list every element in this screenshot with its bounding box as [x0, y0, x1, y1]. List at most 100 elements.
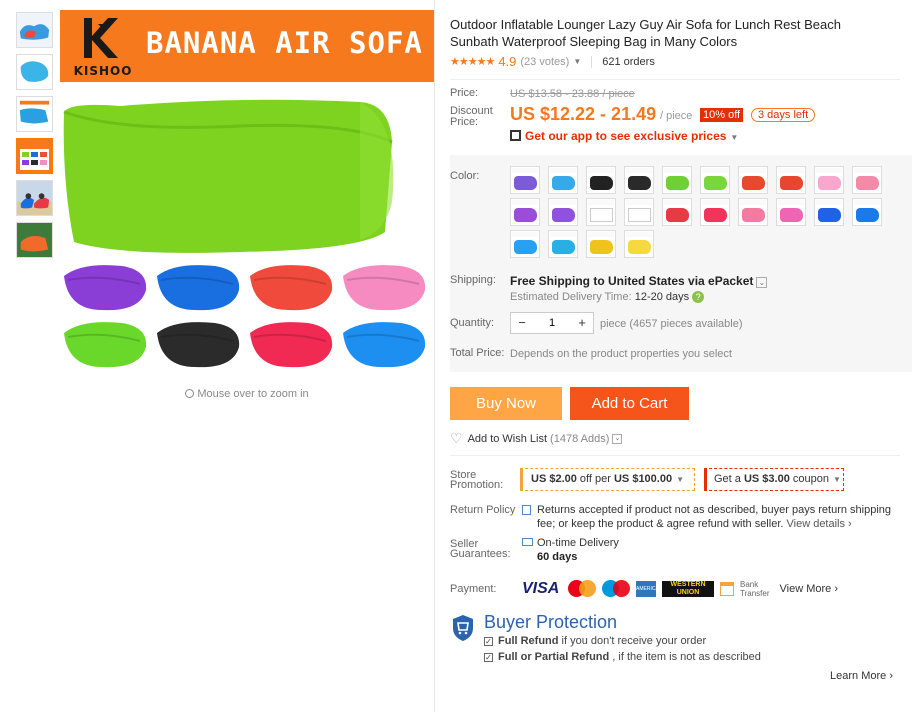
view-details-label: View details — [786, 518, 846, 530]
full-refund-rest: if you don't receive your order — [558, 635, 707, 647]
learn-more-label: Learn More — [830, 670, 887, 682]
increment-button[interactable]: + — [571, 313, 593, 333]
decrement-button[interactable]: − — [511, 313, 533, 333]
price-label: Price: — [450, 87, 479, 99]
swatch-bag — [590, 176, 613, 190]
color-tile-5 — [64, 322, 147, 368]
shipping-method[interactable]: Free Shipping to United States via ePack… — [510, 274, 768, 288]
store-promotion-label-2: Promotion: — [450, 479, 504, 491]
kishoo-logo-icon — [84, 18, 118, 58]
chevron-down-icon[interactable]: ⌄ — [756, 277, 768, 288]
learn-more-link[interactable]: Learn More › — [830, 670, 893, 682]
color-swatch-12[interactable] — [548, 198, 578, 226]
swatch-bag — [514, 240, 537, 254]
color-swatch-16[interactable] — [700, 198, 730, 226]
color-swatch-7[interactable] — [738, 166, 768, 194]
thumbnail-strip — [16, 12, 54, 264]
color-swatch-4[interactable] — [624, 166, 654, 194]
color-swatch-14[interactable] — [624, 198, 654, 226]
thumbnail-1[interactable] — [16, 12, 53, 48]
discount-price: US $12.22 - 21.49 — [510, 104, 657, 124]
color-swatch-18[interactable] — [776, 198, 806, 226]
western-union-icon: WESTERN UNION — [662, 581, 714, 597]
swatch-bag — [818, 176, 841, 190]
color-swatch-23[interactable] — [586, 230, 616, 258]
visa-icon: VISA — [522, 580, 560, 597]
votes-count[interactable]: (23 votes) — [520, 56, 569, 68]
shipping-text: Free Shipping to United States via ePack… — [510, 274, 754, 288]
color-swatch-6[interactable] — [700, 166, 730, 194]
color-swatch-21[interactable] — [510, 230, 540, 258]
swatch-label — [588, 232, 614, 237]
partial-refund-bold: Full or Partial Refund — [498, 651, 610, 663]
product-title: Outdoor Inflatable Lounger Lazy Guy Air … — [450, 17, 841, 49]
swatch-label — [740, 168, 766, 173]
color-swatch-17[interactable] — [738, 198, 768, 226]
color-swatch-2[interactable] — [548, 166, 578, 194]
swatch-label — [778, 200, 804, 205]
estimated-delivery: Estimated Delivery Time: 12-20 days? — [510, 291, 705, 303]
color-swatch-22[interactable] — [548, 230, 578, 258]
help-icon[interactable]: ? — [692, 291, 705, 303]
swatch-label — [702, 200, 728, 205]
thumbnail-3[interactable] — [16, 96, 53, 132]
checkbox-icon: ✓ — [484, 653, 493, 662]
main-product-image[interactable]: KISHOO BANANA AIR SOFA — [60, 10, 434, 378]
delivery-days: 60 days — [537, 551, 578, 563]
swatch-bag — [628, 240, 651, 254]
color-swatch-1[interactable] — [510, 166, 540, 194]
discount-label-line2: Price: — [450, 116, 479, 128]
thumbnail-2[interactable] — [16, 54, 53, 90]
document-icon — [522, 505, 531, 515]
swatch-bag — [742, 208, 765, 222]
color-swatch-3[interactable] — [586, 166, 616, 194]
swatch-label — [740, 200, 766, 205]
swatch-label — [854, 200, 880, 205]
chevron-down-icon[interactable]: ⌄ — [612, 433, 623, 444]
thumbnail-5[interactable] — [16, 180, 53, 216]
color-swatch-15[interactable] — [662, 198, 692, 226]
swatch-bag — [856, 176, 879, 190]
bank-line-1: Bank — [740, 580, 759, 589]
color-swatch-20[interactable] — [852, 198, 882, 226]
thumbnail-4-selected[interactable] — [16, 138, 53, 174]
discount-badge: 10% off — [700, 108, 744, 122]
store-discount-promo[interactable]: US $2.00 off per US $100.00 ▼ — [520, 468, 695, 491]
color-swatch-9[interactable] — [814, 166, 844, 194]
coupon-amount: US $3.00 — [743, 473, 790, 485]
color-swatch-5[interactable] — [662, 166, 692, 194]
swatch-bag — [742, 176, 765, 190]
swatch-label — [512, 232, 538, 237]
store-coupon-promo[interactable]: Get a US $3.00 coupon ▼ — [704, 468, 844, 491]
star-rating-icon: ★★★★★ — [450, 56, 495, 68]
add-to-wishlist[interactable]: ♡ Add to Wish List (1478 Adds) ⌄ — [450, 430, 623, 447]
amex-icon: AMERICAN EXPRESS — [636, 581, 687, 597]
color-swatch-24[interactable] — [624, 230, 654, 258]
color-swatch-19[interactable] — [814, 198, 844, 226]
color-swatch-10[interactable] — [852, 166, 882, 194]
bank-icon — [720, 582, 734, 596]
chevron-down-icon: ▼ — [676, 475, 685, 484]
product-banner: KISHOO BANANA AIR SOFA — [60, 10, 434, 82]
quantity-input[interactable] — [533, 313, 571, 333]
swatch-label — [550, 200, 576, 205]
color-tile-1 — [64, 265, 147, 311]
add-to-cart-button[interactable]: Add to Cart — [570, 387, 689, 420]
app-promo-link[interactable]: Get our app to see exclusive prices ▼ — [510, 129, 738, 143]
view-details-link[interactable]: View details › — [787, 518, 852, 530]
buy-now-button[interactable]: Buy Now — [450, 387, 562, 420]
swatch-bag — [628, 208, 651, 222]
color-label: Color: — [450, 170, 480, 182]
chevron-down-icon[interactable]: ▼ — [573, 57, 581, 66]
divider — [450, 455, 900, 456]
promo-text: off per — [576, 473, 614, 485]
thumbnail-6[interactable] — [16, 222, 53, 258]
swatch-label — [626, 200, 652, 205]
availability-text: piece (4657 pieces available) — [600, 318, 743, 330]
chevron-down-icon: ▼ — [833, 475, 841, 484]
color-swatch-11[interactable] — [510, 198, 540, 226]
view-more-payment-link[interactable]: View More › — [780, 583, 839, 595]
color-swatch-13[interactable] — [586, 198, 616, 226]
color-swatch-8[interactable] — [776, 166, 806, 194]
total-price-note: Depends on the product properties you se… — [510, 348, 732, 360]
